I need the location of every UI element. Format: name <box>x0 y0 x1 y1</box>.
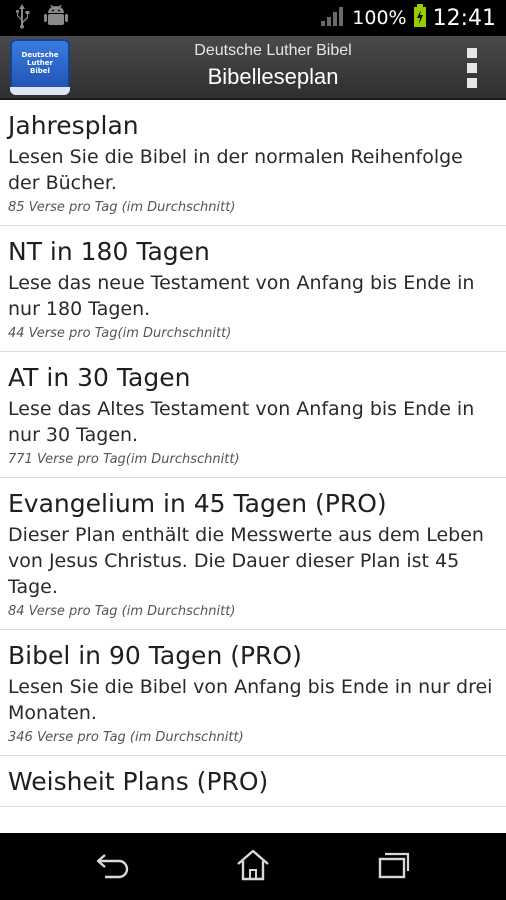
plan-verses-per-day: 771 Verse pro Tag(im Durchschnitt) <box>8 452 240 467</box>
plan-item-at-30[interactable]: AT in 30 Tagen Lese das Altes Testament … <box>0 352 506 478</box>
overflow-menu-button[interactable] <box>466 48 478 88</box>
notification-icons <box>14 3 68 33</box>
page-title: Bibelleseplan <box>207 64 339 89</box>
plan-title: Jahresplan <box>8 111 139 140</box>
status-bar: 100% 12:41 <box>0 0 506 36</box>
status-icons: 100% 12:41 <box>320 0 496 36</box>
android-debug-icon <box>44 3 68 33</box>
back-button[interactable] <box>93 847 133 887</box>
plan-title: Weisheit Plans (PRO) <box>8 767 269 796</box>
plan-description: Lese das Altes Testament von Anfang bis … <box>8 398 475 446</box>
app-icon[interactable]: Deutsche Luther Bibel <box>10 39 70 95</box>
plan-list: Jahresplan Lesen Sie die Bibel in der no… <box>0 100 506 833</box>
app-subtitle: Deutsche Luther Bibel <box>194 42 352 59</box>
plan-item-nt-180[interactable]: NT in 180 Tagen Lese das neue Testament … <box>0 226 506 352</box>
plan-title: Evangelium in 45 Tagen (PRO) <box>8 489 387 518</box>
recent-apps-button[interactable] <box>374 847 414 887</box>
home-button[interactable] <box>233 847 273 887</box>
battery-charging-icon <box>413 4 427 32</box>
app-icon-line: Luther <box>27 59 53 67</box>
plan-title: AT in 30 Tagen <box>8 363 191 392</box>
overflow-dot <box>467 63 477 73</box>
battery-percentage: 100% <box>352 7 407 29</box>
action-bar-titles: Deutsche Luther Bibel Bibelleseplan <box>100 40 446 92</box>
overflow-dot <box>467 78 477 88</box>
plan-description: Lese das neue Testament von Anfang bis E… <box>8 272 475 320</box>
plan-title: NT in 180 Tagen <box>8 237 210 266</box>
plan-description: Lesen Sie die Bibel von Anfang bis Ende … <box>8 676 493 724</box>
plan-verses-per-day: 44 Verse pro Tag(im Durchschnitt) <box>8 326 232 341</box>
overflow-dot <box>467 48 477 58</box>
app-icon-line: Bibel <box>30 67 50 75</box>
clock: 12:41 <box>432 5 496 31</box>
usb-icon <box>14 3 30 33</box>
signal-icon <box>320 5 346 31</box>
plan-item-jahresplan[interactable]: Jahresplan Lesen Sie die Bibel in der no… <box>0 100 506 226</box>
plan-item-weisheit[interactable]: Weisheit Plans (PRO) <box>0 756 506 807</box>
book-pages <box>10 87 70 95</box>
plan-description: Lesen Sie die Bibel in der normalen Reih… <box>8 146 463 194</box>
plan-description: Dieser Plan enthält die Messwerte aus de… <box>8 524 484 598</box>
app-icon-line: Deutsche <box>21 51 59 59</box>
action-bar: Deutsche Luther Bibel Deutsche Luther Bi… <box>0 36 506 100</box>
plan-title: Bibel in 90 Tagen (PRO) <box>8 641 302 670</box>
plan-verses-per-day: 85 Verse pro Tag (im Durchschnitt) <box>8 200 236 215</box>
plan-item-evangelium-45[interactable]: Evangelium in 45 Tagen (PRO) Dieser Plan… <box>0 478 506 630</box>
plan-verses-per-day: 84 Verse pro Tag (im Durchschnitt) <box>8 604 236 619</box>
navigation-bar <box>0 833 506 900</box>
home-icon <box>235 848 271 886</box>
back-icon <box>95 851 131 883</box>
plan-item-bibel-90[interactable]: Bibel in 90 Tagen (PRO) Lesen Sie die Bi… <box>0 630 506 756</box>
plan-verses-per-day: 346 Verse pro Tag (im Durchschnitt) <box>8 730 244 745</box>
recent-apps-icon <box>377 850 411 884</box>
app-icon-label: Deutsche Luther Bibel <box>18 51 62 75</box>
